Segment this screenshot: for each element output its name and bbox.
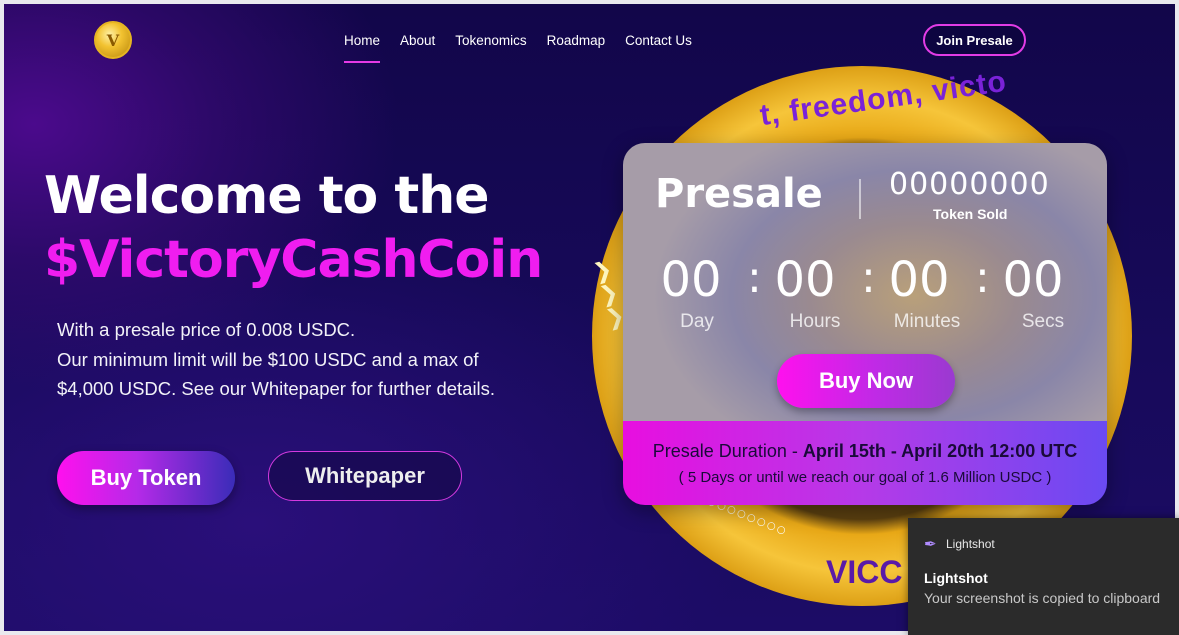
duration-note: ( 5 Days or until we reach our goal of 1… [678,469,1052,486]
coin-bottom-text: VICC [826,554,903,590]
nav-tokenomics[interactable]: Tokenomics [445,32,536,64]
presale-duration-banner: Presale Duration - April 15th - April 20… [623,421,1107,505]
toast-app-name: Lightshot [946,537,995,551]
nav-roadmap[interactable]: Roadmap [537,32,616,64]
main-nav: Home About Tokenomics Roadmap Contact Us [334,32,702,64]
coin-logo-icon[interactable]: V [94,21,132,59]
timer-hours-label: Hours [789,311,841,332]
feather-icon: ✒ [924,535,937,553]
timer-days-value: 00 [660,252,722,308]
presale-card: Presale 00000000 Token Sold 00 : 00 : 00… [623,143,1107,505]
timer-secs-label: Secs [1021,311,1065,332]
whitepaper-button[interactable]: Whitepaper [268,451,462,501]
hero-desc-line3: $4,000 USDC. See our Whitepaper for furt… [57,378,496,399]
hero-description: With a presale price of 0.008 USDC. Our … [57,315,577,404]
timer-minutes-value: 00 [888,252,950,308]
duration-dates: April 15th - April 20th 12:00 UTC [802,441,1078,461]
timer-colon: : [747,252,762,303]
presale-divider [859,179,861,219]
timer-hours-value: 00 [774,252,836,308]
hero-desc-line1: With a presale price of 0.008 USDC. [57,319,356,340]
presale-card-top: Presale 00000000 Token Sold 00 : 00 : 00… [623,143,1107,421]
timer-colon: : [861,252,876,303]
hero-desc-line2: Our minimum limit will be $100 USDC and … [57,348,479,370]
presale-title: Presale [655,171,823,217]
duration-prefix: Presale Duration - [652,441,803,461]
timer-colon: : [975,252,990,303]
hero-title: Welcome to the $VictoryCashCoin [44,164,543,292]
nav-home[interactable]: Home [334,32,390,64]
buy-token-button[interactable]: Buy Token [57,451,235,505]
presale-duration: Presale Duration - April 15th - April 20… [623,441,1107,462]
lightshot-notification[interactable]: ✒ Lightshot Lightshot Your screenshot is… [908,518,1179,635]
join-presale-button[interactable]: Join Presale [923,24,1026,56]
nav-about[interactable]: About [390,32,445,64]
countdown-timer: 00 : 00 : 00 : 00 Day Hours Minutes Secs [651,251,1091,341]
token-sold-label: Token Sold [933,206,1008,222]
hero-title-line1: Welcome to the [44,166,490,226]
nav-contact-us[interactable]: Contact Us [615,32,702,64]
timer-days-label: Day [680,311,714,332]
toast-title: Lightshot [924,570,988,586]
hero-title-line2: $VictoryCashCoin [44,230,543,290]
timer-secs-value: 00 [1002,252,1064,308]
toast-message: Your screenshot is copied to clipboard [924,590,1161,606]
buy-now-button[interactable]: Buy Now [777,354,955,408]
timer-minutes-label: Minutes [893,311,961,332]
token-sold-count: 00000000 [889,167,1050,202]
